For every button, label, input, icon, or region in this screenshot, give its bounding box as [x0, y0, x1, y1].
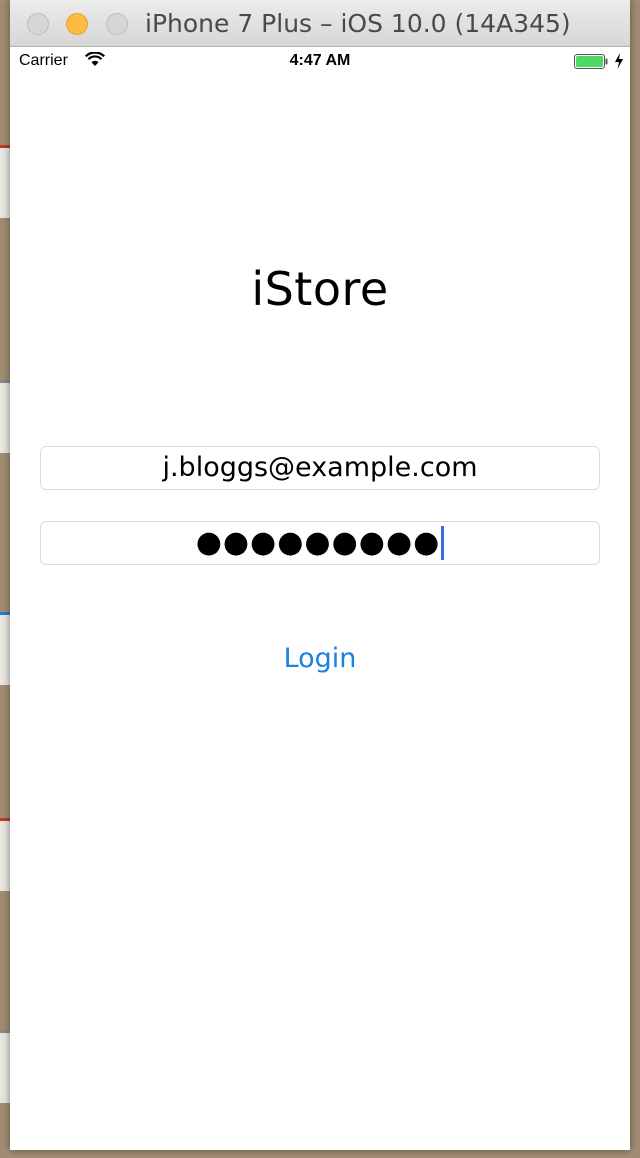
text-cursor: [441, 525, 445, 560]
window-titlebar[interactable]: iPhone 7 Plus – iOS 10.0 (14A345): [10, 0, 630, 47]
desktop-icon-fragment: [0, 612, 10, 685]
window-title: iPhone 7 Plus – iOS 10.0 (14A345): [145, 9, 571, 38]
desktop-icon-fragment: [0, 380, 10, 453]
desktop-icon-fragment: [0, 818, 10, 891]
battery-icon: [574, 54, 608, 69]
password-masked-value: ●●●●●●●●●: [195, 525, 441, 560]
desktop-icon-fragment: [0, 145, 10, 218]
desktop-icon-fragment: [0, 1030, 10, 1103]
zoom-window-button[interactable]: [106, 13, 128, 35]
email-field-value: j.bloggs@example.com: [162, 452, 478, 483]
minimize-window-button[interactable]: [66, 13, 88, 35]
email-field[interactable]: j.bloggs@example.com: [40, 446, 600, 490]
login-button[interactable]: Login: [10, 643, 630, 674]
password-field[interactable]: ●●●●●●●●●: [40, 521, 600, 565]
close-window-button[interactable]: [27, 13, 49, 35]
status-time: 4:47 AM: [289, 52, 351, 69]
ios-status-bar: Carrier 4:47 AM: [10, 47, 630, 77]
charging-bolt-icon: [615, 53, 623, 69]
app-title: iStore: [251, 262, 389, 316]
simulator-window: iPhone 7 Plus – iOS 10.0 (14A345) Carrie…: [10, 0, 630, 1150]
